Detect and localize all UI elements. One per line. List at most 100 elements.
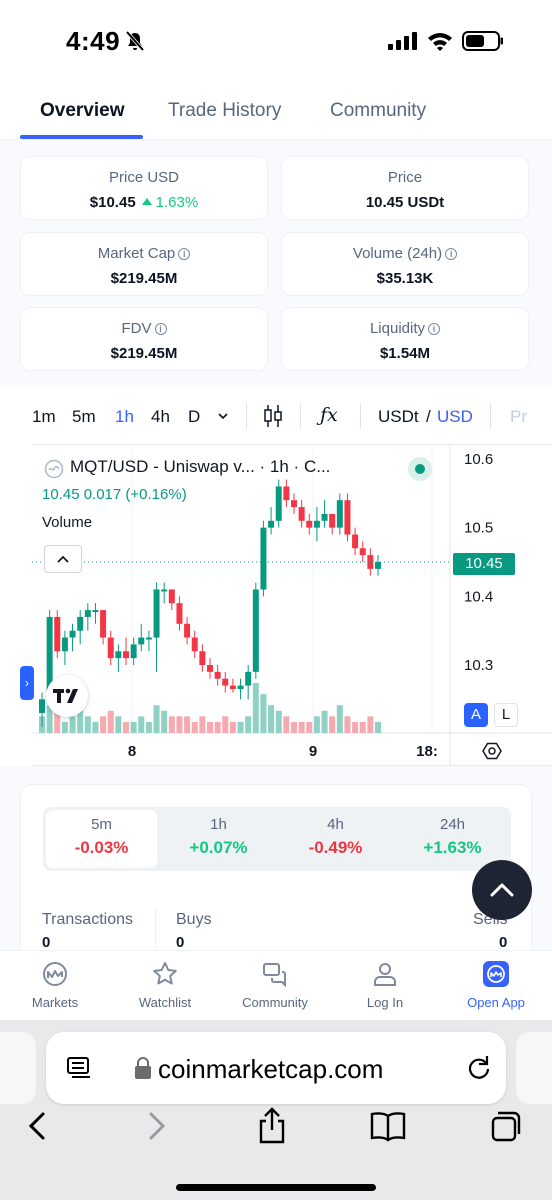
stat-label: Price USD: [108, 169, 179, 186]
address-bar[interactable]: coinmarketcap.com: [46, 1032, 506, 1104]
indicators-icon[interactable]: ƒx: [320, 404, 338, 426]
interval-4h[interactable]: 4h: [151, 407, 170, 427]
nav-markets[interactable]: Markets: [0, 951, 110, 1021]
candle-body: [214, 671, 221, 679]
period-4h[interactable]: 4h -0.49%: [277, 807, 394, 871]
info-icon[interactable]: i: [178, 248, 191, 260]
interval-1m[interactable]: 1m: [32, 407, 56, 427]
candle-body: [199, 651, 206, 665]
period-label: 5m: [91, 816, 112, 833]
stat-label: Liquidity i: [282, 320, 528, 337]
chart-side-handle[interactable]: ›: [20, 666, 34, 700]
buys-value: 0: [176, 934, 185, 951]
candle-body: [222, 678, 229, 686]
share-icon[interactable]: [252, 1106, 292, 1146]
wifi-icon: [428, 33, 452, 51]
stat-price: Price 10.45 USDt: [281, 156, 529, 220]
nav-log-in[interactable]: Log In: [330, 951, 440, 1021]
quote-usd[interactable]: USD: [437, 407, 473, 427]
nav-watchlist[interactable]: Watchlist: [110, 951, 220, 1021]
candle-body: [352, 534, 359, 549]
volume-bar: [268, 705, 275, 733]
reload-icon[interactable]: [466, 1054, 492, 1082]
interval-d[interactable]: D: [188, 407, 200, 427]
volume-bar: [313, 716, 320, 733]
live-status-icon: [408, 457, 432, 481]
candle-body: [54, 616, 61, 652]
candle-body: [153, 589, 160, 638]
forward-icon[interactable]: [136, 1106, 176, 1146]
chevron-down-icon[interactable]: [216, 409, 230, 423]
candle-body: [161, 589, 168, 592]
previous-tab-peek[interactable]: [0, 1032, 36, 1104]
stat-fdv: FDV i $219.45M: [20, 307, 268, 371]
candle-body: [275, 486, 282, 521]
quote-usdt[interactable]: USDt: [378, 407, 419, 427]
browser-toolbar: coinmarketcap.com: [0, 1020, 552, 1200]
candle-body: [245, 671, 252, 686]
scroll-to-top-button[interactable]: [472, 860, 532, 920]
volume-bar: [168, 716, 175, 733]
y-tick-label: 10.6: [464, 451, 493, 468]
volume-bar: [245, 716, 252, 733]
tab-trade-history[interactable]: Trade History: [168, 100, 281, 122]
tabs-icon[interactable]: [484, 1106, 524, 1146]
candle-body: [291, 500, 297, 508]
info-icon[interactable]: i: [428, 323, 441, 335]
log-scale-button[interactable]: L: [494, 703, 518, 727]
liquidity-label: Liquidity: [369, 320, 426, 337]
period-5m[interactable]: 5m -0.03%: [46, 810, 157, 868]
volume-bar: [123, 721, 129, 733]
bookmarks-icon[interactable]: [368, 1106, 408, 1146]
auto-scale-button[interactable]: A: [464, 703, 488, 727]
tab-community[interactable]: Community: [330, 100, 426, 122]
volume-bar: [352, 721, 359, 733]
candle-body: [313, 520, 320, 528]
tab-overview[interactable]: Overview: [40, 100, 125, 122]
nav-open-app[interactable]: Open App: [441, 951, 551, 1021]
collapse-legend-button[interactable]: [44, 545, 82, 573]
stat-value: $1.54M: [379, 345, 431, 362]
chevron-up-icon: [57, 555, 69, 563]
info-icon[interactable]: i: [445, 248, 458, 260]
stat-market-cap: Market Cap i $219.45M: [20, 232, 268, 296]
volume-bar: [214, 721, 221, 733]
volume-bar: [61, 721, 68, 733]
candle-body: [359, 548, 366, 556]
sells-value: 0: [499, 934, 508, 951]
period-1h[interactable]: 1h +0.07%: [160, 807, 277, 871]
candle-body: [306, 520, 313, 528]
stat-value: $219.45M: [110, 270, 178, 287]
candle-body: [298, 507, 305, 521]
candle-body: [283, 486, 290, 501]
volume-bar: [306, 721, 313, 733]
signal-icon: [388, 32, 417, 50]
candle-body: [252, 589, 259, 672]
volume-bar: [229, 721, 236, 733]
y-tick-label: 10.3: [464, 657, 493, 674]
chart-legend-values: 10.45 0.017 (+0.16%): [42, 486, 187, 503]
volume-bar: [298, 721, 305, 733]
period-value: -0.49%: [308, 838, 363, 857]
volume-bar: [252, 683, 259, 733]
stat-liquidity: Liquidity i $1.54M: [281, 307, 529, 371]
next-tab-peek[interactable]: [516, 1032, 552, 1104]
stat-volume: Volume (24h) i $35.13K: [281, 232, 529, 296]
settings-hexagon-icon[interactable]: [482, 741, 502, 761]
volume-bar: [77, 710, 84, 733]
nav-community[interactable]: Community: [220, 951, 330, 1021]
back-icon[interactable]: [18, 1106, 58, 1146]
toolbar-more[interactable]: Pr: [510, 407, 527, 427]
candlestick-type-icon[interactable]: [262, 403, 284, 429]
reader-mode-icon[interactable]: [66, 1056, 92, 1080]
nav-label: Community: [242, 995, 308, 1010]
toolbar-divider: [300, 403, 301, 429]
interval-5m[interactable]: 5m: [72, 407, 96, 427]
volume-bar: [107, 710, 114, 733]
tradingview-logo-icon[interactable]: [46, 675, 88, 717]
info-icon[interactable]: i: [154, 323, 167, 335]
interval-1h[interactable]: 1h: [115, 407, 134, 427]
candle-body: [375, 562, 381, 569]
period-value: +1.63%: [423, 838, 482, 857]
price-chart[interactable]: 10.6 10.5 10.4 10.3 8 9 18: MQT/USD - Uniswap …: [32, 444, 552, 767]
